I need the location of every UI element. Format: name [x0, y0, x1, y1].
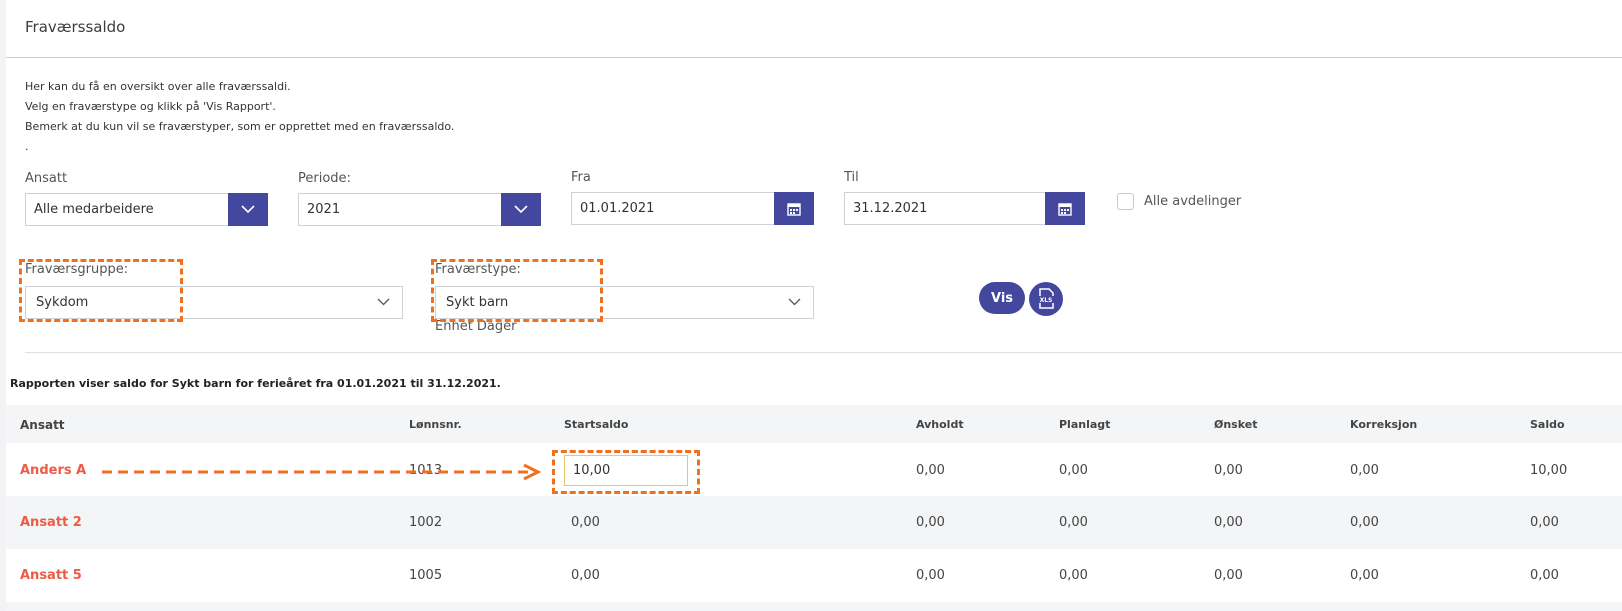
cell-planlagt: 0,00	[1059, 568, 1088, 583]
cell-korreksjon: 0,00	[1350, 515, 1379, 530]
ansatt-label: Ansatt	[25, 171, 68, 186]
periode-dropdown-button[interactable]	[501, 193, 541, 226]
fra-calendar-button[interactable]	[774, 192, 814, 225]
periode-select[interactable]: 2021	[298, 193, 502, 226]
cell-saldo: 10,00	[1530, 463, 1568, 478]
cell-avholdt: 0,00	[916, 568, 945, 583]
calendar-icon	[787, 202, 801, 216]
til-date-input[interactable]: 31.12.2021	[844, 192, 1046, 225]
employee-link[interactable]: Ansatt 2	[20, 515, 82, 530]
til-calendar-button[interactable]	[1045, 192, 1085, 225]
title-divider	[6, 57, 1622, 58]
xls-export-button[interactable]: XLS	[1029, 282, 1063, 316]
periode-label: Periode:	[298, 171, 351, 186]
intro-text: Her kan du få en oversikt over alle frav…	[25, 77, 454, 157]
annotation-highlight-box	[431, 259, 603, 322]
cell-avholdt: 0,00	[916, 463, 945, 478]
column-header-ansatt: Ansatt	[20, 418, 65, 432]
employee-link[interactable]: Anders A	[20, 463, 86, 478]
fra-date-input[interactable]: 01.01.2021	[571, 192, 775, 225]
vis-button[interactable]: Vis	[979, 282, 1025, 314]
cell-avholdt: 0,00	[916, 515, 945, 530]
cell-planlagt: 0,00	[1059, 463, 1088, 478]
report-summary: Rapporten viser saldo for Sykt barn for …	[10, 377, 501, 390]
cell-startsaldo: 0,00	[571, 568, 600, 583]
chevron-down-icon	[788, 298, 801, 306]
page-title: Fraværssaldo	[25, 18, 126, 36]
calendar-icon	[1058, 202, 1072, 216]
alle-avdelinger-checkbox[interactable]	[1117, 193, 1134, 210]
cell-saldo: 0,00	[1530, 568, 1559, 583]
cell-korreksjon: 0,00	[1350, 568, 1379, 583]
arrow-right-icon	[102, 464, 542, 480]
employee-link[interactable]: Ansatt 5	[20, 568, 82, 583]
cell-lonnsnr: 1002	[409, 515, 443, 530]
annotation-highlight-box	[552, 450, 700, 494]
cell-saldo: 0,00	[1530, 515, 1559, 530]
cell-onsket: 0,00	[1214, 463, 1243, 478]
column-header-startsaldo: Startsaldo	[564, 418, 629, 431]
cell-planlagt: 0,00	[1059, 515, 1088, 530]
table-row	[6, 496, 1622, 549]
section-divider	[25, 352, 1622, 353]
table-row	[6, 549, 1622, 602]
intro-line: Bemerk at du kun vil se fraværstyper, so…	[25, 120, 455, 133]
intro-line: Her kan du få en oversikt over alle frav…	[25, 80, 291, 93]
column-header-avholdt: Avholdt	[916, 418, 964, 431]
column-header-onsket: Ønsket	[1214, 418, 1258, 431]
column-header-lonnsnr: Lønnsnr.	[409, 418, 462, 431]
intro-line: Velg en fraværstype og klikk på 'Vis Rap…	[25, 100, 276, 113]
chevron-down-icon	[241, 205, 255, 214]
cell-onsket: 0,00	[1214, 568, 1243, 583]
cell-startsaldo: 0,00	[571, 515, 600, 530]
ansatt-select[interactable]: Alle medarbeidere	[25, 193, 229, 226]
cell-onsket: 0,00	[1214, 515, 1243, 530]
column-header-saldo: Saldo	[1530, 418, 1565, 431]
column-header-korreksjon: Korreksjon	[1350, 418, 1418, 431]
fra-label: Fra	[571, 170, 591, 185]
column-header-planlagt: Planlagt	[1059, 418, 1111, 431]
til-label: Til	[844, 170, 859, 185]
cell-lonnsnr: 1005	[409, 568, 443, 583]
chevron-down-icon	[514, 205, 528, 214]
ansatt-dropdown-button[interactable]	[228, 193, 268, 226]
alle-avdelinger-label: Alle avdelinger	[1144, 194, 1242, 209]
xls-icon-text: XLS	[1040, 297, 1053, 304]
xls-file-icon: XLS	[1038, 288, 1054, 309]
cell-korreksjon: 0,00	[1350, 463, 1379, 478]
intro-line: .	[25, 140, 29, 153]
annotation-highlight-box	[19, 259, 183, 322]
chevron-down-icon	[377, 298, 390, 306]
table-row	[6, 602, 1622, 611]
